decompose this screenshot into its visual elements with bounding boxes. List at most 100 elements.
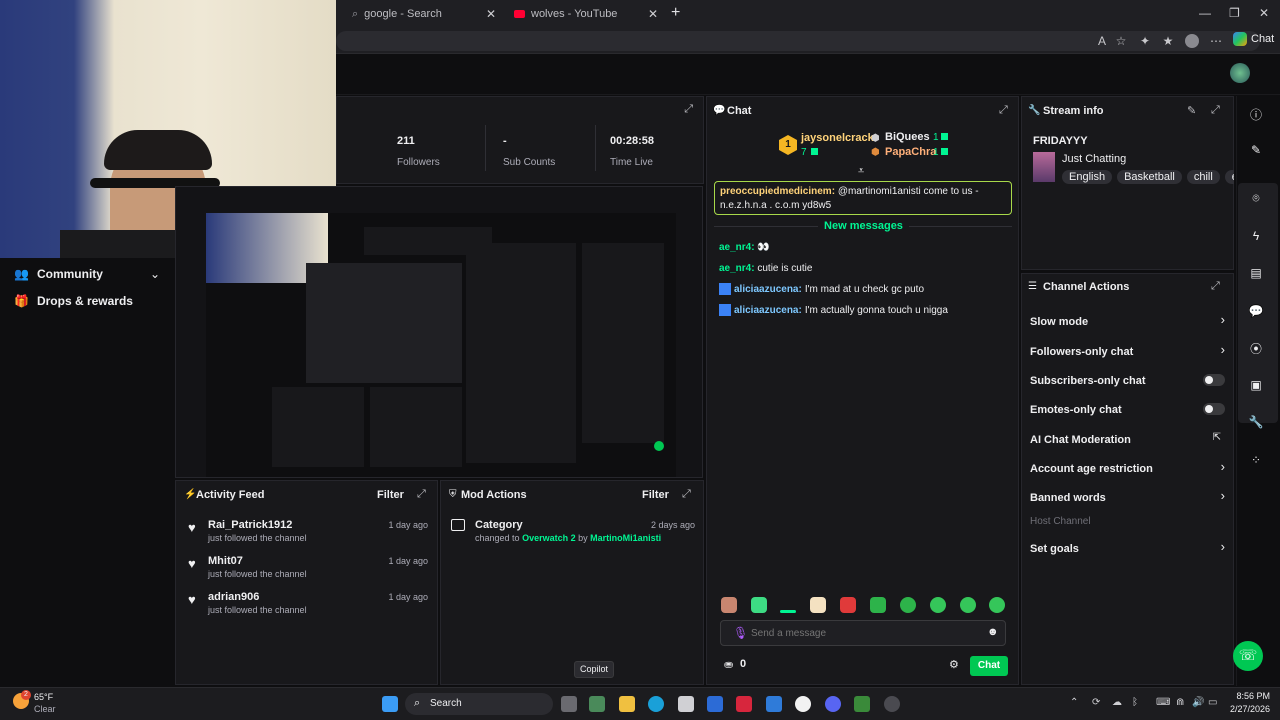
list-item[interactable]: ♥ Rai_Patrick1912 just followed the chan… [188,519,432,549]
discord-icon[interactable] [825,696,841,712]
close-window-icon[interactable]: ✕ [1259,6,1269,20]
chat-message[interactable]: ae_nr4: cutie is cutie [719,263,812,274]
chat-message[interactable]: aliciaazucena: I'm mad at u check gc put… [719,283,924,295]
leader-name[interactable]: jaysonelcrack [801,132,874,144]
file-explorer-icon[interactable] [619,696,635,712]
wrench-icon[interactable]: 🔧 [1247,415,1265,433]
chevron-down-icon[interactable]: ⌄ [150,267,160,281]
expand-icon[interactable]: ⤢ [999,104,1008,117]
more-options-icon[interactable]: ⋯ [1208,33,1224,49]
obs-icon[interactable] [884,696,900,712]
edge-icon[interactable] [648,696,664,712]
copilot-chat-button[interactable]: Chat [1233,32,1274,46]
emote-icon[interactable] [900,597,916,613]
expand-icon[interactable]: ⤢ [1211,280,1220,293]
favorites-icon[interactable]: ★ [1160,33,1176,49]
emote-icon[interactable] [780,610,796,613]
list-item[interactable]: ♥ Mhit07 just followed the channel 1 day… [188,555,432,585]
banned-words-row[interactable]: Banned words › [1030,488,1225,504]
vscode-icon[interactable] [707,696,723,712]
store-icon[interactable] [678,696,694,712]
edit-pencil-icon[interactable]: ✎ [1187,104,1196,117]
bluetooth-icon[interactable]: ᛒ [1132,697,1138,708]
stream-category[interactable]: Just Chatting [1062,153,1126,165]
emotes-only-toggle[interactable] [1203,403,1225,415]
list-item[interactable]: ♥ adrian906 just followed the channel 1 … [188,591,432,621]
sidebar-item-drops[interactable]: 🎁 Drops & rewards [14,294,174,308]
lightning-icon[interactable]: ϟ [1247,229,1265,247]
taskbar-search[interactable]: ⌕ Search [405,693,553,715]
chat-username[interactable]: aliciaazucena: [734,284,802,295]
emote-icon[interactable] [721,597,737,613]
moderator-link[interactable]: MartinoMi1anisti [590,533,661,543]
wifi-icon[interactable]: ⋒ [1176,697,1184,708]
chevron-up-icon[interactable]: ⌃ [1070,697,1078,708]
pinned-message[interactable]: preoccupiedmedicinem: @martinomi1anisti … [714,181,1012,215]
info-icon[interactable]: ⓘ [1247,106,1265,124]
emoji-icon[interactable]: ☻ [987,626,999,638]
broadcast-icon[interactable]: ⦿ [1247,340,1265,358]
expand-icon[interactable]: ⤢ [1211,104,1220,117]
mcafee-icon[interactable] [736,696,752,712]
stream-preview[interactable] [175,186,703,478]
second-name[interactable]: BiQuees [885,131,930,143]
emote-icon[interactable] [810,597,826,613]
chat-username[interactable]: aliciaazucena: [734,305,802,316]
activity-filter-button[interactable]: Filter [377,489,404,501]
subscribers-only-toggle[interactable] [1203,374,1225,386]
volume-icon[interactable]: 🔊 [1192,697,1204,708]
settings-gear-icon[interactable]: ⚙ [949,658,959,671]
emote-icon[interactable] [751,597,767,613]
third-name[interactable]: PapaChra [885,146,936,158]
expand-icon[interactable]: ⤢ [682,488,691,501]
microphone-icon[interactable]: 🎙 [733,626,748,640]
tag[interactable]: chill [1186,170,1220,184]
emote-icon[interactable] [989,597,1005,613]
profile-avatar[interactable] [1184,33,1200,49]
new-tab-button[interactable]: + [671,4,680,22]
task-view-icon[interactable] [561,696,577,712]
emote-icon[interactable] [930,597,946,613]
maximize-icon[interactable]: ❐ [1229,6,1240,20]
mod-filter-button[interactable]: Filter [642,489,669,501]
slow-mode-row[interactable]: Slow mode › [1030,312,1225,328]
account-age-row[interactable]: Account age restriction › [1030,459,1225,475]
expand-icon[interactable]: ⤢ [417,488,426,501]
sidebar-item-community[interactable]: 👥 Community ⌄ [14,267,174,281]
clock-date[interactable]: 2/27/2026 [1226,704,1270,714]
emote-icon[interactable] [840,597,856,613]
clock-time[interactable]: 8:56 PM [1226,691,1270,701]
tag[interactable]: en [1224,170,1234,184]
tab-youtube[interactable]: wolves - YouTube ✕ [506,3,666,25]
chat-message[interactable]: aliciaazucena: I'm actually gonna touch … [719,304,948,316]
chat-send-button[interactable]: Chat [970,656,1008,676]
points-icon[interactable]: ⛂ [724,658,733,671]
chat-icon[interactable]: 💬 [1247,304,1265,322]
game-link[interactable]: Overwatch 2 [522,533,576,543]
minecraft-icon[interactable] [854,696,870,712]
favorite-star-icon[interactable]: ☆ [1113,33,1129,49]
help-button[interactable]: ☏ [1233,641,1263,671]
language-icon[interactable]: ⌨ [1156,697,1170,708]
pencil-icon[interactable]: ✎ [1247,143,1265,161]
tag[interactable]: Basketball [1117,170,1182,184]
user-avatar[interactable] [1230,63,1250,83]
tag[interactable]: English [1062,170,1113,184]
set-goals-row[interactable]: Set goals › [1030,539,1225,555]
emote-icon[interactable] [960,597,976,613]
followers-only-row[interactable]: Followers-only chat › [1030,342,1225,358]
list-item[interactable]: Category 2 days ago changed to Overwatch… [451,519,697,549]
expand-icon[interactable]: ⤢ [684,103,693,116]
pinned-username[interactable]: preoccupiedmedicinem: [720,186,835,197]
windows-start-icon[interactable] [382,696,398,712]
messenger-icon[interactable] [795,696,811,712]
emote-icon[interactable] [870,597,886,613]
chat-input[interactable] [751,624,971,642]
extensions-icon[interactable]: ⁘ [1247,453,1265,471]
camera-icon[interactable]: ⌾ [1247,191,1265,209]
document-icon[interactable]: ▤ [1247,266,1265,284]
battery-icon[interactable]: ▭ [1208,697,1217,708]
close-icon[interactable]: ✕ [648,7,658,21]
mail-icon[interactable] [766,696,782,712]
ai-moderation-row[interactable]: AI Chat Moderation ⇱ [1030,432,1225,446]
